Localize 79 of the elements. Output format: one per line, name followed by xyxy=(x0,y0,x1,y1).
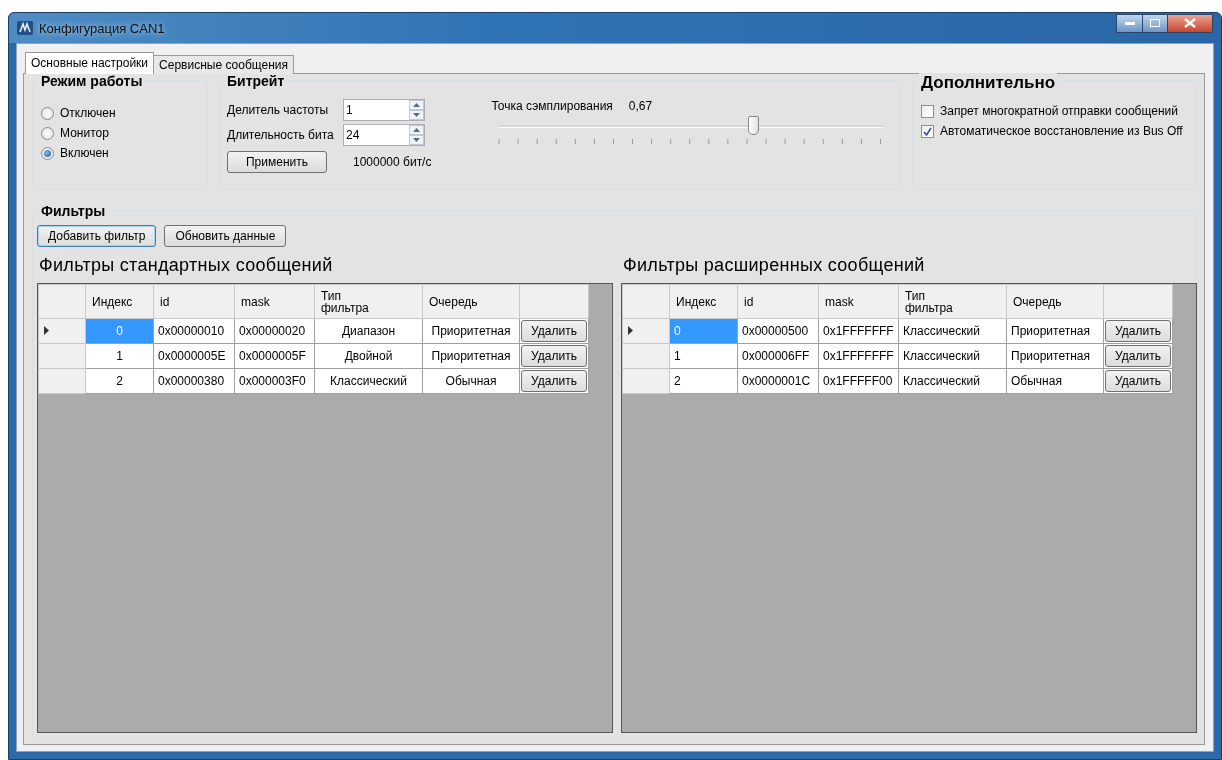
table-cell: 0x0000005F xyxy=(234,343,315,369)
delete-button[interactable]: Удалить xyxy=(521,345,587,367)
field-label: Делитель частоты xyxy=(227,102,330,117)
table-cell: Приоритетная xyxy=(422,343,520,369)
checkbox-label: Запрет многократной отправки сообщений xyxy=(940,104,1178,118)
column-header[interactable]: Индекс xyxy=(85,284,154,319)
column-header[interactable]: mask xyxy=(234,284,315,319)
checkbox[interactable] xyxy=(921,104,934,118)
checkbox[interactable] xyxy=(921,124,934,138)
corner-header xyxy=(622,284,670,319)
radio-label: Монитор xyxy=(60,126,109,140)
table-cell: Классический xyxy=(898,368,1007,394)
delete-button[interactable]: Удалить xyxy=(1105,345,1171,367)
radio-button[interactable] xyxy=(41,126,54,140)
column-header[interactable]: id xyxy=(737,284,819,319)
filter-button[interactable]: Добавить фильтр xyxy=(37,225,157,247)
table-cell: 0x000006FF xyxy=(737,343,819,369)
table-cell: Диапазон xyxy=(314,318,423,344)
delete-button[interactable]: Удалить xyxy=(1105,320,1171,342)
table-cell: Обычная xyxy=(1006,368,1104,394)
table-cell: 0x00000380 xyxy=(153,368,235,394)
table-cell: 0x000003F0 xyxy=(234,368,315,394)
table-cell: Классический xyxy=(898,343,1007,369)
table-cell: Приоритетная xyxy=(422,318,520,344)
table-title: Фильтры расширенных сообщений xyxy=(622,255,926,277)
table-cell: 0x0000001C xyxy=(737,368,819,394)
table-cell: 0x1FFFFFFF xyxy=(818,318,899,344)
radio-button[interactable] xyxy=(41,106,54,120)
radio-label: Включен xyxy=(60,146,109,160)
close-icon xyxy=(1184,18,1196,28)
table-cell: 0x0000005E xyxy=(153,343,235,369)
corner-header xyxy=(38,284,86,319)
column-header[interactable]: Индекс xyxy=(669,284,738,319)
slider-thumb[interactable] xyxy=(747,116,759,135)
table-cell: Приоритетная xyxy=(1006,343,1104,369)
column-header[interactable]: Очередь xyxy=(1006,284,1104,319)
minimize-button[interactable] xyxy=(1116,13,1143,33)
table-cell: 0x1FFFFFFF xyxy=(818,343,899,369)
table-title: Фильтры стандартных сообщений xyxy=(38,255,334,277)
column-header[interactable]: Очередь xyxy=(422,284,520,319)
delete-button[interactable]: Удалить xyxy=(521,320,587,342)
sampling-label: Точка сэмплирования xyxy=(491,99,613,113)
column-header[interactable]: id xyxy=(153,284,235,319)
maximize-button[interactable] xyxy=(1142,13,1168,33)
group-title: Дополнительно xyxy=(919,73,1058,93)
group-title: Фильтры xyxy=(39,203,108,219)
table-cell: Обычная xyxy=(422,368,520,394)
delete-button[interactable]: Удалить xyxy=(521,370,587,392)
tab[interactable]: Сервисные сообщения xyxy=(153,55,295,74)
column-header[interactable]: Тип фильтра xyxy=(898,284,1007,319)
field-label: Длительность бита xyxy=(227,127,335,142)
current-row-icon xyxy=(628,326,633,335)
tab[interactable]: Основные настройки xyxy=(25,52,155,74)
app-logo-icon xyxy=(17,21,33,35)
window-title: Конфигурация CAN1 xyxy=(39,20,166,36)
current-row-icon xyxy=(44,326,49,335)
column-header[interactable]: mask xyxy=(818,284,899,319)
sampling-value: 0,67 xyxy=(628,99,653,113)
minimize-icon xyxy=(1124,21,1135,25)
close-button[interactable] xyxy=(1167,13,1213,33)
table-cell: Приоритетная xyxy=(1006,318,1104,344)
bitrate-value: 1000000 бит/с xyxy=(353,154,432,169)
table-cell: 0x00000020 xyxy=(234,318,315,344)
filter-button[interactable]: Обновить данные xyxy=(164,225,287,247)
column-header xyxy=(519,284,589,319)
radio-label: Отключен xyxy=(60,106,116,120)
delete-button[interactable]: Удалить xyxy=(1105,370,1171,392)
column-header[interactable]: Тип фильтра xyxy=(314,284,423,319)
table-cell: 0x1FFFFF00 xyxy=(818,368,899,394)
table-cell: Двойной xyxy=(314,343,423,369)
radio-button[interactable] xyxy=(41,146,54,160)
apply-button[interactable]: Применить xyxy=(227,150,327,173)
table-cell: 0x00000010 xyxy=(153,318,235,344)
table-cell: Классический xyxy=(314,368,423,394)
table-cell: 0x00000500 xyxy=(737,318,819,344)
maximize-icon xyxy=(1150,19,1160,27)
column-header xyxy=(1103,284,1173,319)
checkbox-label: Автоматическое восстановление из Bus Off xyxy=(940,124,1183,138)
table-cell: Классический xyxy=(898,318,1007,344)
